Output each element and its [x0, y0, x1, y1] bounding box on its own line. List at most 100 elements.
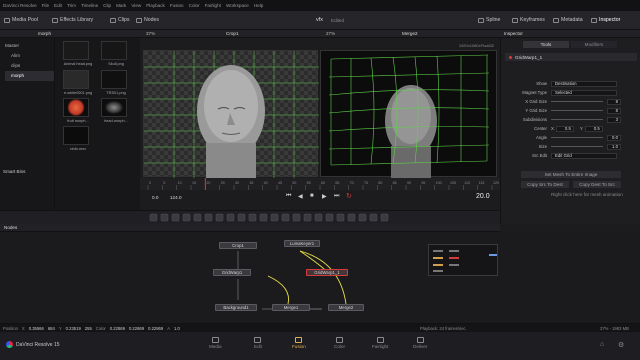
x-grid-input[interactable]: 8 — [607, 98, 621, 105]
node-lumakeyer[interactable]: LumaKeyer1 — [284, 240, 320, 247]
page-media[interactable]: Media — [209, 337, 222, 349]
skip-back-icon[interactable]: ⏮ — [286, 193, 291, 200]
current-frame[interactable]: 20.0 — [476, 193, 490, 200]
effects-library-button[interactable]: Effects Library — [52, 17, 93, 23]
center-y-input[interactable]: 0.5 — [584, 125, 603, 132]
page-color[interactable]: Color — [334, 337, 345, 349]
tool-icon[interactable] — [237, 213, 246, 222]
bin-clips[interactable]: clips — [5, 61, 54, 71]
menu-item[interactable]: Workspace — [226, 3, 249, 8]
tool-enabled-dot[interactable] — [509, 55, 512, 59]
angle-slider[interactable] — [551, 137, 603, 138]
node-merge1[interactable]: Merge1 — [272, 304, 310, 311]
node-graph[interactable]: Crop1 LumaKeyer1 GridWarp1 GridWarp1_1 B… — [0, 232, 640, 324]
subdivisions-slider[interactable] — [551, 119, 603, 120]
tool-icon[interactable] — [193, 213, 202, 222]
stop-icon[interactable]: ■ — [310, 193, 314, 199]
tool-icon[interactable] — [325, 213, 334, 222]
center-x-input[interactable]: 0.5 — [555, 125, 574, 132]
tool-icon[interactable] — [336, 213, 345, 222]
src-edit-select[interactable]: Edit Grid — [551, 152, 617, 159]
menu-item[interactable]: Fusion — [170, 3, 184, 8]
tool-icon[interactable] — [270, 213, 279, 222]
menu-item[interactable]: Edit — [54, 3, 62, 8]
tool-icon[interactable] — [182, 213, 191, 222]
tool-icon[interactable] — [303, 213, 312, 222]
nodes-button[interactable]: Nodes — [136, 17, 159, 23]
tool-icon[interactable] — [347, 213, 356, 222]
menu-item[interactable]: Color — [189, 3, 200, 8]
copy-src-button[interactable]: Copy Src To Dest — [521, 181, 569, 188]
node-merge2[interactable]: Merge2 — [328, 304, 364, 311]
page-edit[interactable]: Edit — [254, 337, 262, 349]
y-grid-input[interactable]: 8 — [607, 107, 621, 114]
subdivisions-input[interactable]: 3 — [607, 116, 621, 123]
menu-item[interactable]: DaVinci Resolve — [3, 3, 37, 8]
metadata-button[interactable]: Metadata — [553, 17, 583, 23]
x-grid-slider[interactable] — [551, 101, 603, 102]
tool-icon[interactable] — [204, 213, 213, 222]
page-fairlight[interactable]: Fairlight — [372, 337, 388, 349]
spline-button[interactable]: Spline — [478, 17, 500, 23]
page-fusion[interactable]: Fusion — [292, 337, 306, 349]
tool-icon[interactable] — [160, 213, 169, 222]
magnet-type-select[interactable]: Selected — [551, 89, 617, 96]
inspector-button[interactable]: Inspector — [591, 17, 620, 23]
tool-icon[interactable] — [369, 213, 378, 222]
clip-thumb[interactable]: TR3D1.png — [101, 70, 131, 95]
bin-master[interactable]: Master — [5, 41, 54, 51]
tool-icon[interactable] — [358, 213, 367, 222]
left-zoom[interactable]: 37% — [146, 31, 155, 36]
node-gridwarp1[interactable]: GridWarp1 — [213, 269, 251, 276]
menu-item[interactable]: File — [42, 3, 49, 8]
node-gridwarp2[interactable]: GridWarp1_1 — [306, 269, 348, 276]
node-background[interactable]: Background1 — [215, 304, 257, 311]
clip-thumb[interactable]: fruit morph... — [63, 98, 93, 123]
clip-thumb[interactable]: cinfo.mov — [63, 126, 93, 151]
clip-thumb[interactable]: Skull.png — [101, 41, 131, 66]
size-input[interactable]: 1.0 — [607, 143, 621, 150]
menu-item[interactable]: Playback — [146, 3, 165, 8]
menu-item[interactable]: Clip — [103, 3, 111, 8]
home-icon[interactable]: ⌂ — [600, 341, 604, 348]
node-navigator[interactable] — [428, 244, 498, 276]
bin-alim[interactable]: Alim — [5, 51, 54, 61]
tab-tools[interactable]: Tools — [523, 41, 569, 48]
show-select[interactable]: Destination — [551, 80, 617, 87]
play-reverse-icon[interactable]: ◀ — [298, 193, 303, 200]
skip-forward-icon[interactable]: ⏭ — [334, 193, 339, 200]
menu-item[interactable]: Trim — [67, 3, 76, 8]
right-viewer[interactable]: 1920x1080xFloat32 — [320, 43, 497, 178]
tool-icon[interactable] — [226, 213, 235, 222]
copy-dest-button[interactable]: Copy Dest To Src — [573, 181, 621, 188]
start-time[interactable]: 0.0 — [152, 195, 158, 200]
tab-modifiers[interactable]: Modifiers — [571, 41, 617, 48]
tool-icon[interactable] — [380, 213, 389, 222]
play-icon[interactable]: ▶ — [322, 193, 327, 200]
node-crop[interactable]: Crop1 — [219, 242, 257, 249]
menu-item[interactable]: Fairlight — [205, 3, 221, 8]
page-deliver[interactable]: Deliver — [413, 337, 427, 349]
menu-item[interactable]: Timeline — [81, 3, 98, 8]
tool-icon[interactable] — [248, 213, 257, 222]
left-viewer[interactable] — [143, 50, 319, 178]
clips-button[interactable]: Clips — [110, 17, 130, 23]
menu-item[interactable]: View — [131, 3, 141, 8]
tool-icon[interactable] — [314, 213, 323, 222]
keyframes-button[interactable]: Keyframes — [512, 17, 545, 23]
end-time[interactable]: 124.0 — [170, 195, 182, 200]
time-ruler[interactable]: 0 5 10 15 20 25 30 35 40 45 50 55 60 65 70 75 80 85 90 95 10… — [140, 178, 500, 190]
size-slider[interactable] — [551, 146, 603, 147]
tool-icon[interactable] — [215, 213, 224, 222]
tool-icon[interactable] — [281, 213, 290, 222]
tool-header[interactable]: GridWarp1_1 — [505, 53, 637, 61]
angle-input[interactable]: 0.0 — [607, 134, 621, 141]
media-pool-button[interactable]: Media Pool — [4, 17, 38, 23]
menu-item[interactable]: Help — [254, 3, 263, 8]
tool-icon[interactable] — [259, 213, 268, 222]
loop-icon[interactable]: ↻ — [346, 192, 352, 200]
set-mesh-button[interactable]: Set Mesh To Entire Image — [521, 171, 621, 178]
tool-icon[interactable] — [171, 213, 180, 222]
clip-thumb[interactable]: Animal head.png — [63, 41, 93, 66]
clip-thumb[interactable]: head-morph... — [101, 98, 131, 123]
